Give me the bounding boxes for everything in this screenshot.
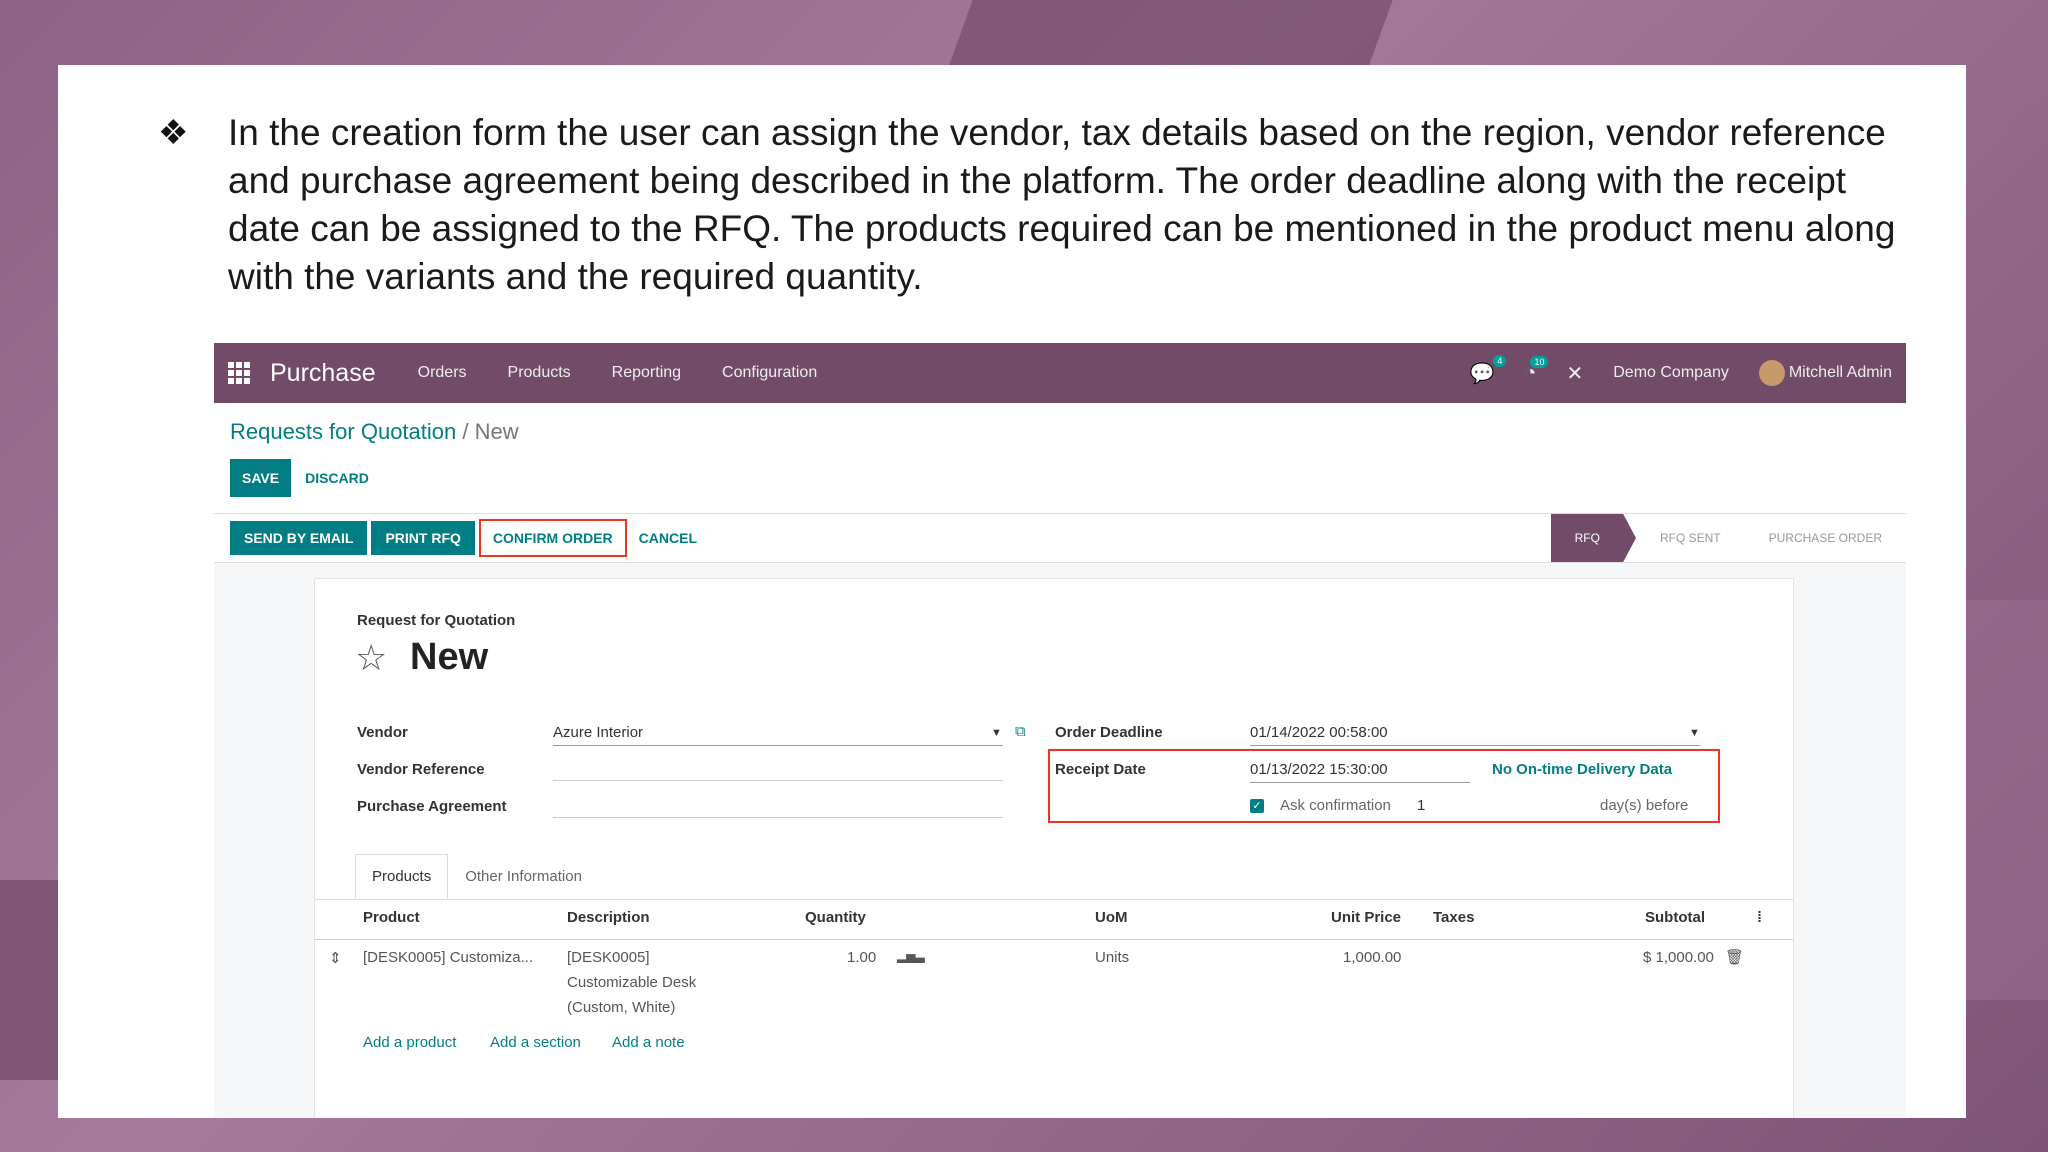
receipt-date-label: Receipt Date	[1055, 761, 1146, 778]
star-icon[interactable]: ☆	[355, 637, 387, 679]
tab-other-information[interactable]: Other Information	[448, 854, 599, 899]
th-description[interactable]: Description	[567, 909, 650, 926]
odoo-screenshot: Purchase Orders Products Reporting Confi…	[214, 343, 1906, 1118]
trash-icon[interactable]: 🗑	[1725, 948, 1744, 966]
app-name[interactable]: Purchase	[270, 359, 376, 388]
discard-button[interactable]: DISCARD	[301, 459, 373, 497]
vendor-reference-field[interactable]	[553, 761, 1003, 781]
menu-orders[interactable]: Orders	[418, 364, 467, 382]
ask-confirmation-checkbox[interactable]: ✓	[1250, 799, 1264, 813]
days-before-label: day(s) before	[1600, 797, 1689, 814]
cancel-button[interactable]: CANCEL	[627, 521, 709, 555]
drag-handle-icon[interactable]: ⇕	[329, 949, 342, 967]
company-switcher[interactable]: Demo Company	[1613, 364, 1729, 382]
vendor-reference-label: Vendor Reference	[357, 761, 485, 778]
debug-tools-icon[interactable]: ✕	[1566, 361, 1583, 386]
background-shape	[947, 0, 1393, 70]
form-sheet: Request for Quotation ☆ New Vendor Azure…	[314, 578, 1794, 1118]
stage-rfq-sent[interactable]: RFQ SENT	[1636, 514, 1745, 562]
row-description-line-3[interactable]: (Custom, White)	[567, 999, 675, 1016]
save-button[interactable]: SAVE	[230, 459, 292, 497]
form-subtitle: Request for Quotation	[357, 612, 516, 629]
row-subtotal: $ 1,000.00	[1643, 949, 1714, 966]
purchase-agreement-label: Purchase Agreement	[357, 798, 507, 815]
row-quantity[interactable]: 1.00	[847, 949, 876, 966]
tab-products[interactable]: Products	[355, 854, 449, 899]
slide: ❖ In the creation form the user can assi…	[58, 65, 1966, 1118]
messages-badge: 4	[1493, 354, 1507, 367]
receipt-date-field[interactable]: 01/13/2022 15:30:00	[1250, 761, 1470, 783]
status-stages: RFQ RFQ SENT PURCHASE ORDER	[1550, 514, 1906, 562]
activities-badge: 10	[1530, 355, 1549, 368]
column-settings-icon[interactable]: ⁞	[1757, 909, 1762, 926]
th-product[interactable]: Product	[363, 909, 420, 926]
statusbar: SEND BY EMAIL PRINT RFQ CONFIRM ORDER CA…	[214, 513, 1906, 563]
send-by-email-button[interactable]: SEND BY EMAIL	[230, 521, 368, 555]
form-title: New	[410, 636, 489, 678]
chevron-down-icon[interactable]: ▼	[991, 727, 1002, 739]
user-name: Mitchell Admin	[1788, 364, 1892, 382]
vendor-label: Vendor	[357, 724, 408, 741]
external-link-icon[interactable]: ⧉	[1015, 723, 1026, 740]
user-menu[interactable]: Mitchell Admin	[1758, 360, 1892, 386]
chevron-down-icon[interactable]: ▼	[1689, 727, 1700, 739]
print-rfq-button[interactable]: PRINT RFQ	[371, 521, 475, 555]
forecast-chart-icon[interactable]: ▂▅▃	[897, 949, 925, 963]
menu-products[interactable]: Products	[508, 364, 571, 382]
on-time-delivery-link[interactable]: No On-time Delivery Data	[1492, 761, 1672, 778]
table-header-divider	[315, 939, 1793, 940]
th-uom[interactable]: UoM	[1095, 909, 1128, 926]
row-product[interactable]: [DESK0005] Customiza...	[363, 949, 533, 966]
control-panel: Requests for Quotation / New SAVE DISCAR…	[214, 403, 1906, 513]
activities-clock-icon[interactable]: ◔ 10	[1524, 355, 1549, 385]
user-avatar	[1758, 360, 1785, 386]
purchase-agreement-field[interactable]	[553, 798, 1003, 818]
bullet-paragraph: ❖ In the creation form the user can assi…	[158, 109, 1918, 301]
stage-rfq: RFQ	[1550, 514, 1636, 562]
add-section-link[interactable]: Add a section	[490, 1034, 581, 1051]
navbar-right: 💬 4 ◔ 10 ✕ Demo Company Mitchell Admin	[1469, 354, 1892, 386]
ask-days-input[interactable]: 1	[1417, 797, 1425, 814]
menu-reporting[interactable]: Reporting	[612, 364, 681, 382]
bullet-symbol: ❖	[158, 114, 189, 152]
th-quantity[interactable]: Quantity	[805, 909, 866, 926]
messages-icon[interactable]: 💬 4	[1469, 354, 1507, 386]
ask-confirmation-label: Ask confirmation	[1280, 797, 1391, 814]
row-description-line-2[interactable]: Customizable Desk	[567, 974, 696, 991]
top-navbar: Purchase Orders Products Reporting Confi…	[214, 343, 1906, 403]
apps-grid-icon[interactable]	[228, 362, 250, 384]
vendor-field[interactable]: Azure Interior	[553, 724, 1003, 746]
th-subtotal[interactable]: Subtotal	[1645, 909, 1705, 926]
control-buttons: SAVE DISCARD	[230, 459, 1890, 497]
notebook-tabs: Products Other Information	[355, 854, 599, 899]
add-note-link[interactable]: Add a note	[612, 1034, 685, 1051]
th-unit-price[interactable]: Unit Price	[1331, 909, 1401, 926]
row-description-line-1[interactable]: [DESK0005]	[567, 949, 650, 966]
breadcrumb: Requests for Quotation / New	[230, 419, 1890, 445]
stage-purchase-order[interactable]: PURCHASE ORDER	[1745, 514, 1906, 562]
th-taxes[interactable]: Taxes	[1433, 909, 1474, 926]
row-unit-price[interactable]: 1,000.00	[1343, 949, 1401, 966]
menu-configuration[interactable]: Configuration	[722, 364, 817, 382]
add-product-link[interactable]: Add a product	[363, 1034, 456, 1051]
order-deadline-label: Order Deadline	[1055, 724, 1163, 741]
breadcrumb-parent[interactable]: Requests for Quotation	[230, 419, 456, 444]
slide-text: In the creation form the user can assign…	[228, 112, 1896, 297]
confirm-order-button[interactable]: CONFIRM ORDER	[478, 519, 627, 557]
row-uom[interactable]: Units	[1095, 949, 1129, 966]
order-deadline-field[interactable]: 01/14/2022 00:58:00	[1250, 724, 1700, 746]
tab-divider	[315, 899, 1793, 900]
breadcrumb-current: New	[474, 419, 519, 444]
breadcrumb-separator: /	[462, 419, 469, 444]
